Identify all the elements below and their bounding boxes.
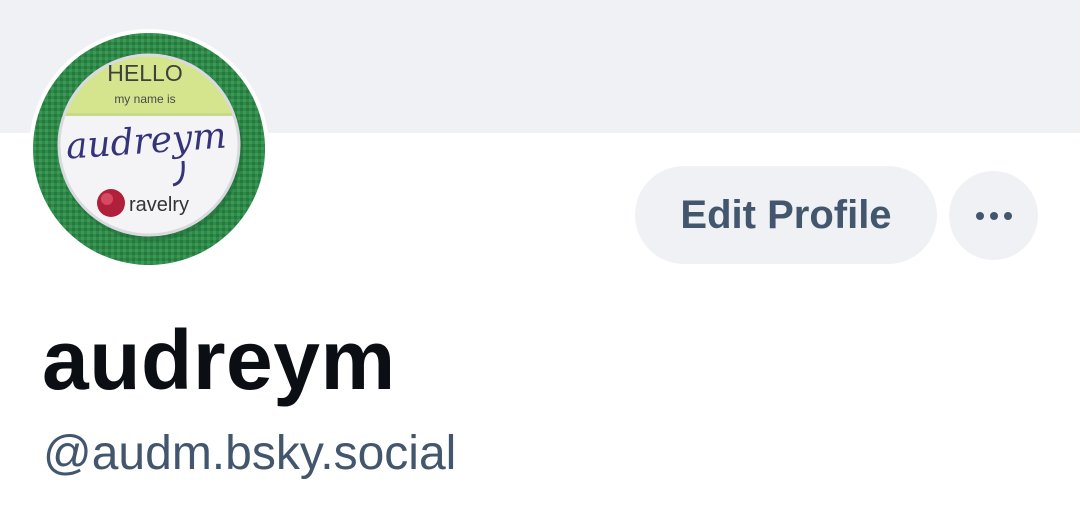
user-handle: @audm.bsky.social bbox=[43, 427, 457, 480]
display-name: audreym bbox=[42, 313, 396, 407]
badge-hello-text: HELLO bbox=[107, 60, 182, 86]
badge-my-name-is-text: my name is bbox=[114, 92, 175, 106]
edit-profile-button[interactable]: Edit Profile bbox=[635, 166, 937, 264]
avatar[interactable]: HELLO my name is audreym ravelry bbox=[29, 29, 269, 269]
name-badge-avatar-icon: HELLO my name is audreym ravelry bbox=[33, 33, 265, 265]
badge-brand-text: ravelry bbox=[129, 194, 189, 216]
profile-header: HELLO my name is audreym ravelry Edit Pr… bbox=[0, 0, 1080, 516]
more-options-button[interactable] bbox=[949, 171, 1038, 260]
ellipsis-icon bbox=[975, 211, 1012, 220]
